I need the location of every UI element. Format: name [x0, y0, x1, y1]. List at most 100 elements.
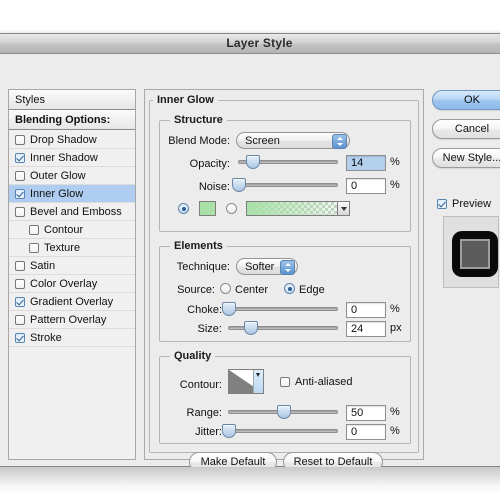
effect-enable-checkbox[interactable]: [15, 279, 25, 289]
choke-input[interactable]: 0: [346, 302, 386, 318]
effects-list: Drop ShadowInner ShadowOuter GlowInner G…: [9, 131, 135, 459]
source-label: Source:: [160, 284, 215, 296]
source-edge-radio[interactable]: [284, 283, 295, 294]
effect-enable-checkbox[interactable]: [15, 315, 25, 325]
effect-enable-checkbox[interactable]: [15, 261, 25, 271]
gradient-picker-chevron-icon[interactable]: [337, 202, 349, 215]
source-center-radio[interactable]: [220, 283, 231, 294]
effect-enable-checkbox[interactable]: [15, 297, 25, 307]
glow-gradient-swatch[interactable]: [246, 201, 350, 216]
contour-preset-thumbnail[interactable]: [228, 369, 264, 394]
opacity-slider[interactable]: [238, 155, 338, 169]
effect-label: Pattern Overlay: [30, 311, 106, 329]
effect-label: Satin: [30, 257, 55, 275]
desktop-backdrop: [0, 467, 500, 493]
effect-label: Contour: [44, 221, 83, 239]
jitter-slider-track: [228, 429, 338, 433]
jitter-slider[interactable]: [228, 424, 338, 438]
effect-enable-checkbox[interactable]: [29, 243, 39, 253]
quality-title: Quality: [170, 350, 215, 362]
size-unit: px: [390, 322, 402, 334]
effect-enable-checkbox[interactable]: [15, 189, 25, 199]
technique-select[interactable]: Softer: [236, 258, 298, 275]
effect-row[interactable]: Drop Shadow: [9, 131, 135, 149]
source-center-label: Center: [235, 284, 268, 296]
effect-row[interactable]: Pattern Overlay: [9, 311, 135, 329]
size-input[interactable]: 24: [346, 321, 386, 337]
size-slider-thumb[interactable]: [244, 321, 258, 335]
effect-label: Color Overlay: [30, 275, 97, 293]
preview-thumbnail: [443, 216, 499, 288]
effect-row[interactable]: Outer Glow: [9, 167, 135, 185]
cancel-button[interactable]: Cancel: [432, 119, 500, 139]
effect-row[interactable]: Satin: [9, 257, 135, 275]
effect-row[interactable]: Color Overlay: [9, 275, 135, 293]
structure-group: Structure Blend Mode: Screen Opacity: 14…: [159, 120, 411, 232]
noise-slider-thumb[interactable]: [232, 178, 246, 192]
preview-artwork: [452, 231, 498, 277]
effect-enable-checkbox[interactable]: [15, 207, 25, 217]
range-input[interactable]: 50: [346, 405, 386, 421]
noise-slider[interactable]: [238, 178, 338, 192]
choke-slider-track: [228, 307, 338, 311]
blend-mode-value: Screen: [245, 135, 280, 147]
chevron-updown-icon: [332, 134, 347, 149]
noise-unit: %: [390, 179, 400, 191]
preview-toggle-row[interactable]: Preview: [437, 198, 491, 210]
effect-row[interactable]: Gradient Overlay: [9, 293, 135, 311]
fill-color-radio[interactable]: [178, 203, 189, 214]
size-slider[interactable]: [228, 321, 338, 335]
fill-gradient-radio[interactable]: [226, 203, 237, 214]
noise-input[interactable]: 0: [346, 178, 386, 194]
blend-mode-select[interactable]: Screen: [236, 132, 350, 149]
elements-group: Elements Technique: Softer Source: Cente…: [159, 246, 411, 342]
effect-row[interactable]: Inner Glow: [9, 185, 135, 203]
blend-mode-label: Blend Mode:: [160, 135, 230, 147]
opacity-unit: %: [390, 156, 400, 168]
choke-slider[interactable]: [228, 302, 338, 316]
dialog-titlebar[interactable]: Layer Style: [0, 34, 500, 54]
noise-slider-track: [238, 183, 338, 187]
choke-slider-thumb[interactable]: [222, 302, 236, 316]
effect-enable-checkbox[interactable]: [29, 225, 39, 235]
elements-title: Elements: [170, 240, 227, 252]
source-edge-label: Edge: [299, 284, 325, 296]
jitter-slider-thumb[interactable]: [222, 424, 236, 438]
size-label: Size:: [160, 323, 222, 335]
anti-aliased-label: Anti-aliased: [295, 373, 352, 391]
opacity-slider-thumb[interactable]: [246, 155, 260, 169]
anti-aliased-row[interactable]: Anti-aliased: [280, 375, 352, 389]
effect-label: Bevel and Emboss: [30, 203, 122, 221]
effect-enable-checkbox[interactable]: [15, 135, 25, 145]
dialog-body: Styles Blending Options: Custom Drop Sha…: [0, 54, 500, 466]
effect-enable-checkbox[interactable]: [15, 153, 25, 163]
effect-label: Outer Glow: [30, 167, 86, 185]
chevron-updown-icon: [280, 260, 295, 275]
effect-row[interactable]: Contour: [9, 221, 135, 239]
quality-group: Quality Contour: Anti-aliased Range:: [159, 356, 411, 444]
effect-enable-checkbox[interactable]: [15, 333, 25, 343]
new-style-button[interactable]: New Style...: [432, 148, 500, 168]
effect-label: Gradient Overlay: [30, 293, 113, 311]
opacity-input[interactable]: 14: [346, 155, 386, 171]
contour-chevron-icon[interactable]: [253, 370, 263, 393]
effect-row[interactable]: Stroke: [9, 329, 135, 347]
effect-row[interactable]: Bevel and Emboss: [9, 203, 135, 221]
styles-header[interactable]: Styles: [9, 90, 135, 110]
ok-button[interactable]: OK: [432, 90, 500, 110]
range-label: Range:: [160, 407, 222, 419]
anti-aliased-checkbox[interactable]: [280, 377, 290, 387]
preview-checkbox[interactable]: [437, 199, 447, 209]
range-slider[interactable]: [228, 405, 338, 419]
blending-options-row[interactable]: Blending Options: Custom: [9, 110, 135, 130]
jitter-input[interactable]: 0: [346, 424, 386, 440]
range-slider-thumb[interactable]: [277, 405, 291, 419]
effect-label: Inner Glow: [30, 185, 83, 203]
glow-color-swatch[interactable]: [199, 201, 216, 216]
layer-style-dialog: Layer Style Styles Blending Options: Cus…: [0, 33, 500, 467]
technique-label: Technique:: [160, 261, 230, 273]
effect-row[interactable]: Texture: [9, 239, 135, 257]
effect-row[interactable]: Inner Shadow: [9, 149, 135, 167]
choke-label: Choke:: [160, 304, 222, 316]
effect-enable-checkbox[interactable]: [15, 171, 25, 181]
